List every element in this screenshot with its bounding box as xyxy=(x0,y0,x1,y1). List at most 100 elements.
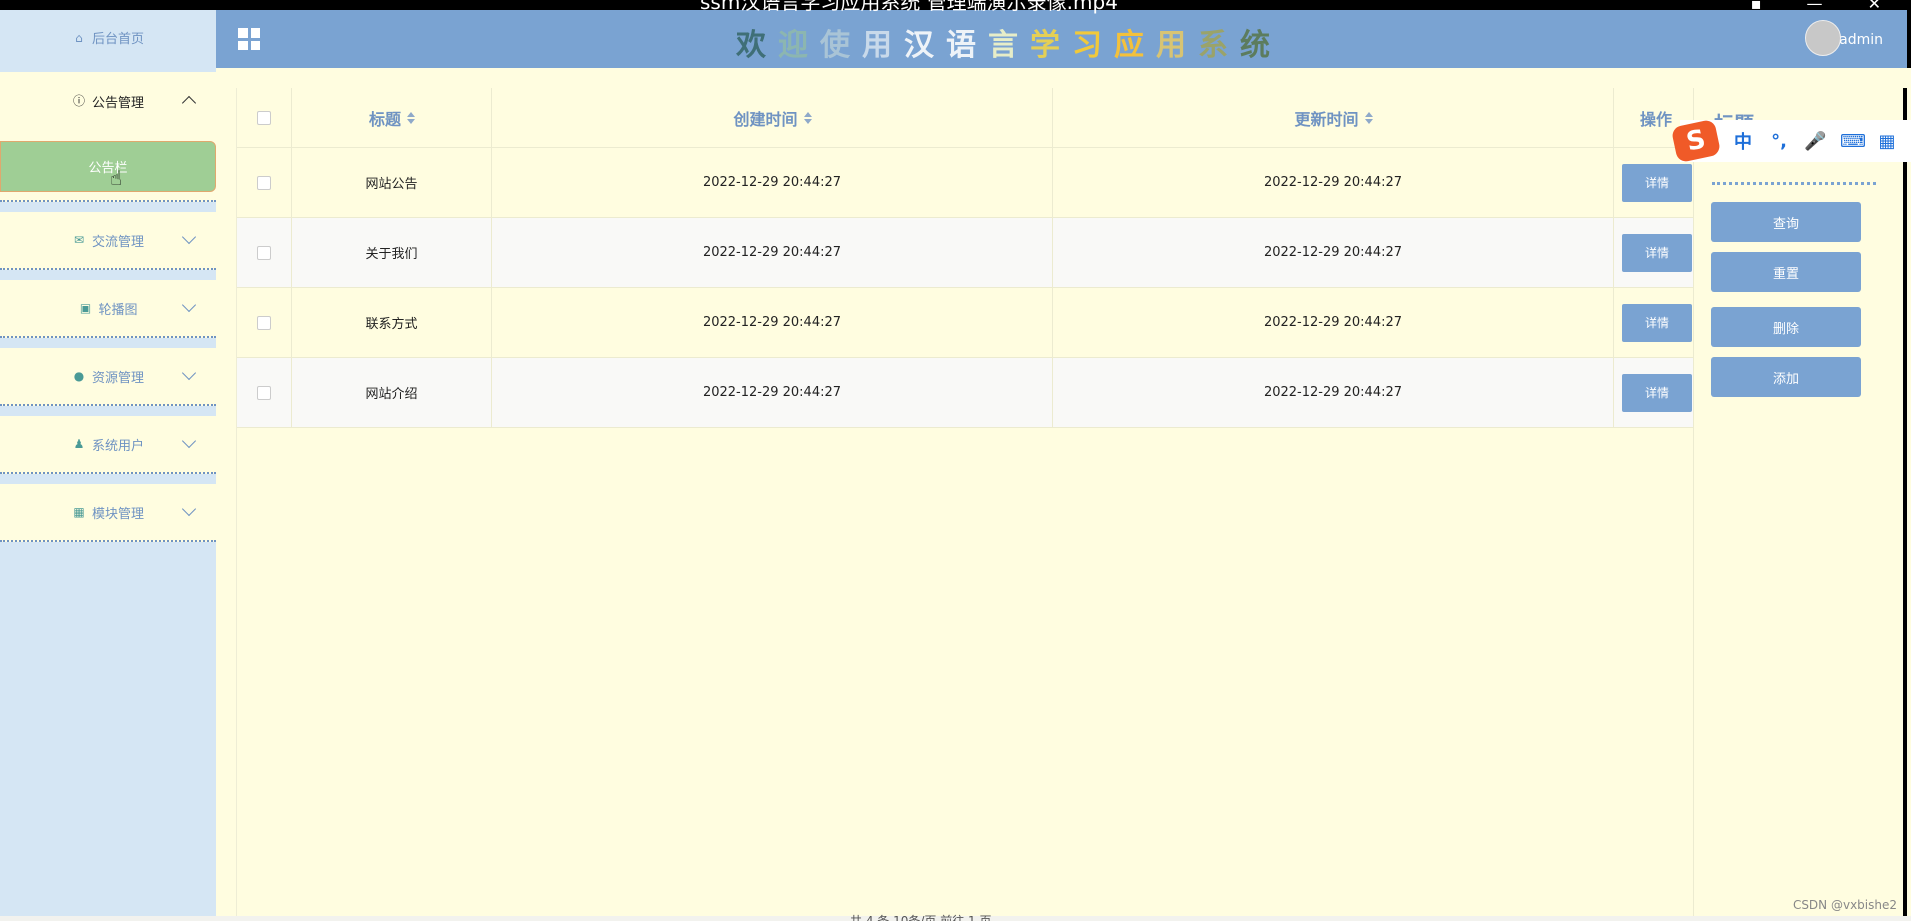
sidebar-item-notice-board[interactable]: 公告栏 xyxy=(0,141,216,192)
sidebar: ⌂ 后台首页 ⓘ 公告管理 公告栏 ☝ ✉ 交流管理 ▣ 轮播图 ● 资源管理 … xyxy=(0,0,216,921)
microphone-icon[interactable]: 🎤 xyxy=(1804,131,1826,152)
sort-icon[interactable] xyxy=(407,111,415,124)
column-label: 操作 xyxy=(1640,109,1673,129)
chevron-down-icon xyxy=(181,297,197,313)
select-all-cell xyxy=(237,88,292,147)
ime-toolbar: S 中 °, 🎤 ⌨ ▦ xyxy=(1670,118,1911,164)
detail-button[interactable]: 详情 xyxy=(1622,303,1692,342)
sort-icon[interactable] xyxy=(803,111,812,124)
column-header-updated[interactable]: 更新时间 xyxy=(1053,88,1614,147)
column-header-created[interactable]: 创建时间 xyxy=(492,88,1053,147)
row-select-cell xyxy=(237,218,292,287)
sidebar-group-label: 模块管理 xyxy=(91,506,144,522)
add-button[interactable]: 添加 xyxy=(1711,357,1861,397)
menu-toggle-icon[interactable] xyxy=(238,28,260,50)
column-label: 更新时间 xyxy=(1294,109,1359,129)
column-header-title[interactable]: 标题 xyxy=(292,88,492,147)
scrollbar xyxy=(1907,10,1911,68)
row-checkbox[interactable] xyxy=(257,175,271,190)
announcement-table: 标题 创建时间 更新时间 操作 网站公告 2022-12-29 20:44:27 2… xyxy=(236,88,1694,921)
cell-created: 2022-12-29 20:44:27 xyxy=(492,218,1053,287)
cell-created: 2022-12-29 20:44:27 xyxy=(492,358,1053,427)
punctuation-icon[interactable]: °, xyxy=(1768,131,1790,152)
close-icon[interactable]: ✕ xyxy=(1868,0,1881,13)
sidebar-group-resources[interactable]: ● 资源管理 xyxy=(0,348,216,406)
column-label: 标题 xyxy=(368,109,401,129)
window-controls: ▪ — ✕ xyxy=(1711,0,1881,13)
table-row: 网站介绍 2022-12-29 20:44:27 2022-12-29 20:44:… xyxy=(237,358,1694,428)
sort-icon[interactable] xyxy=(1364,111,1373,124)
video-title-bar: ssm汉语言学习应用系统 管理端演示录像.mp4 ▪ — ✕ xyxy=(0,0,1911,14)
video-title: ssm汉语言学习应用系统 管理端演示录像.mp4 xyxy=(700,0,1118,14)
sogou-logo-icon[interactable]: S xyxy=(1670,118,1722,164)
detail-button[interactable]: 详情 xyxy=(1622,373,1692,412)
cell-actions: 详情 xyxy=(1614,218,1694,287)
title-char: 欢 xyxy=(736,28,778,63)
cell-actions: 详情 xyxy=(1614,288,1694,357)
keyboard-icon[interactable]: ⌨ xyxy=(1840,131,1866,152)
search-button[interactable]: 查询 xyxy=(1711,202,1861,242)
title-char: 系 xyxy=(1198,28,1240,63)
delete-button[interactable]: 删除 xyxy=(1711,307,1861,347)
row-select-cell xyxy=(237,288,292,357)
sidebar-item-home[interactable]: ⌂ 后台首页 xyxy=(0,10,216,65)
table-row: 关于我们 2022-12-29 20:44:27 2022-12-29 20:44:… xyxy=(237,218,1694,288)
info-circle-icon: ⓘ xyxy=(72,94,85,108)
site-title: 欢迎使用汉语言学习应用系统 xyxy=(736,20,1282,64)
pagination[interactable]: 共 4 条 10条/页 前往 1 页 xyxy=(850,912,991,921)
cell-title: 网站介绍 xyxy=(292,358,492,427)
cell-updated: 2022-12-29 20:44:27 xyxy=(1053,288,1614,357)
cell-created: 2022-12-29 20:44:27 xyxy=(492,148,1053,217)
title-char: 迎 xyxy=(778,28,820,63)
cell-updated: 2022-12-29 20:44:27 xyxy=(1053,218,1614,287)
cell-title: 关于我们 xyxy=(292,218,492,287)
user-name[interactable]: admin xyxy=(1839,32,1883,48)
search-panel: 标题 查询 重置 删除 添加 xyxy=(1693,88,1907,921)
table-row: 联系方式 2022-12-29 20:44:27 2022-12-29 20:44:… xyxy=(237,288,1694,358)
row-select-cell xyxy=(237,358,292,427)
restore-icon[interactable]: ▪ xyxy=(1751,0,1762,13)
title-char: 统 xyxy=(1240,28,1282,63)
scrollbar[interactable] xyxy=(1903,88,1907,921)
sidebar-group-communication[interactable]: ✉ 交流管理 xyxy=(0,212,216,270)
chevron-down-icon xyxy=(181,229,197,245)
hand-cursor-icon: ☝ xyxy=(110,166,123,190)
row-checkbox[interactable] xyxy=(257,315,271,330)
avatar[interactable] xyxy=(1805,20,1841,56)
cell-title: 网站公告 xyxy=(292,148,492,217)
chevron-down-icon xyxy=(181,501,197,517)
chevron-down-icon xyxy=(181,365,197,381)
table-header: 标题 创建时间 更新时间 操作 xyxy=(237,88,1694,148)
apps-icon[interactable]: ▦ xyxy=(1876,131,1898,152)
row-checkbox[interactable] xyxy=(257,245,271,260)
table-row: 网站公告 2022-12-29 20:44:27 2022-12-29 20:44:… xyxy=(237,148,1694,218)
title-char: 汉 xyxy=(904,28,946,63)
title-char: 语 xyxy=(946,28,988,63)
cell-updated: 2022-12-29 20:44:27 xyxy=(1053,358,1614,427)
watermark: CSDN @vxbishe2 xyxy=(1792,898,1897,912)
sidebar-group-modules[interactable]: ▦ 模块管理 xyxy=(0,484,216,542)
home-icon: ⌂ xyxy=(75,30,83,45)
sidebar-group-system-users[interactable]: ♟ 系统用户 xyxy=(0,416,216,474)
cell-title: 联系方式 xyxy=(292,288,492,357)
chevron-up-icon xyxy=(181,95,197,111)
top-header: 欢迎使用汉语言学习应用系统 admin xyxy=(216,10,1911,68)
chinese-mode-icon[interactable]: 中 xyxy=(1732,128,1754,154)
detail-button[interactable]: 详情 xyxy=(1622,163,1692,202)
chevron-down-icon xyxy=(181,433,197,449)
search-input-underline[interactable] xyxy=(1712,182,1876,185)
reset-button[interactable]: 重置 xyxy=(1711,252,1861,292)
row-select-cell xyxy=(237,148,292,217)
row-checkbox[interactable] xyxy=(257,385,271,400)
sidebar-group-label: 资源管理 xyxy=(91,370,144,386)
minimize-icon[interactable]: — xyxy=(1807,0,1823,13)
sidebar-group-label: 系统用户 xyxy=(91,438,144,454)
cell-actions: 详情 xyxy=(1614,358,1694,427)
sidebar-group-carousel[interactable]: ▣ 轮播图 xyxy=(0,280,216,338)
sidebar-group-label: 公告管理 xyxy=(91,95,144,111)
select-all-checkbox[interactable] xyxy=(257,110,271,125)
sidebar-group-announcements[interactable]: ⓘ 公告管理 xyxy=(0,72,216,130)
cell-created: 2022-12-29 20:44:27 xyxy=(492,288,1053,357)
detail-button[interactable]: 详情 xyxy=(1622,233,1692,272)
chat-icon: ✉ xyxy=(73,233,85,247)
